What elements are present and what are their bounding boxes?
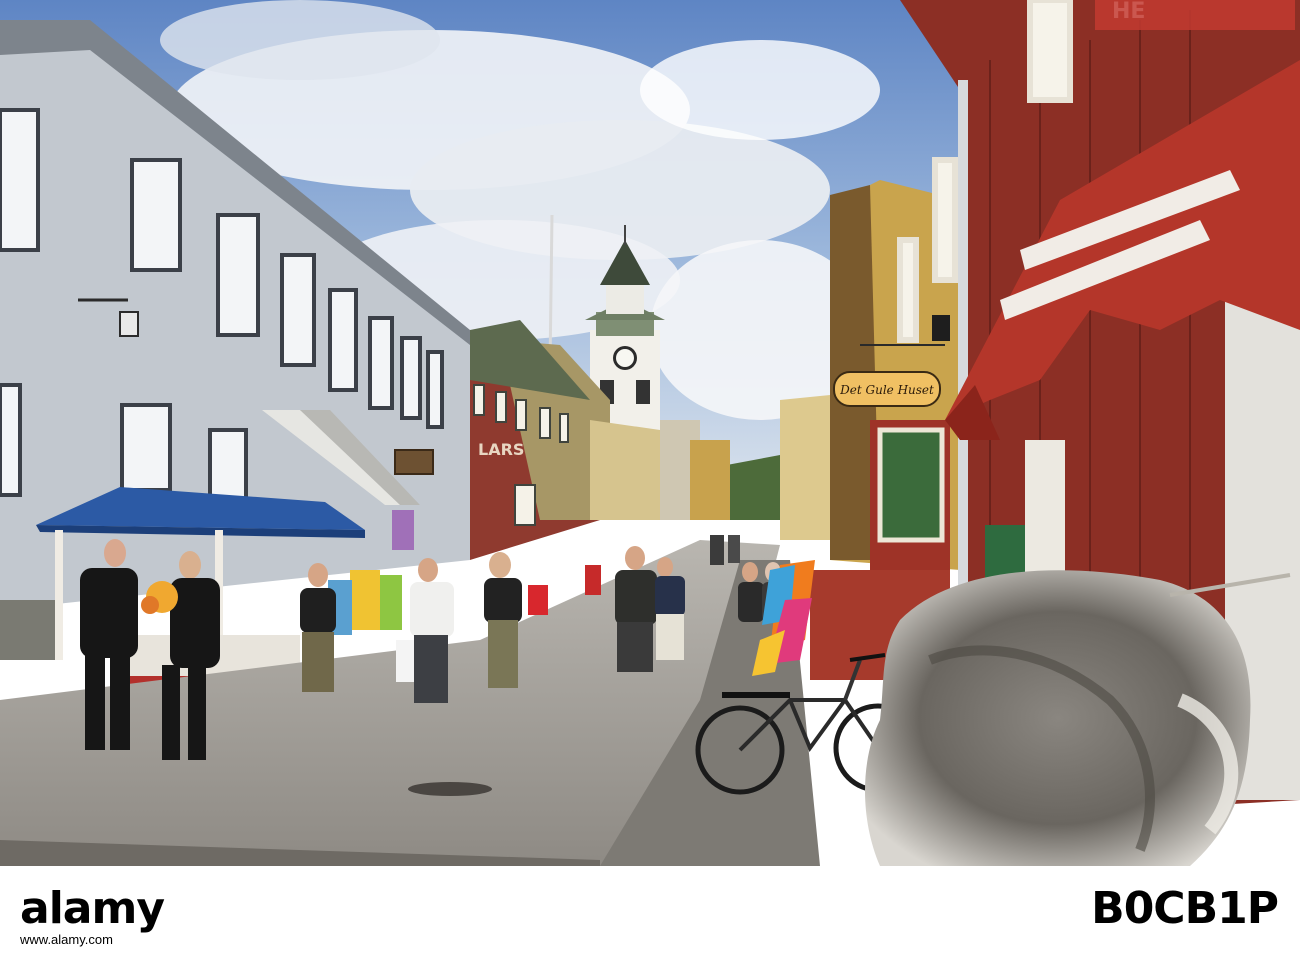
alamy-logo[interactable]: alamy [20, 883, 165, 934]
storefront-sign-text: LARS [478, 440, 524, 459]
image-id: B0CB1P [1091, 883, 1279, 934]
stock-photo-page: LARS Det Gule Huset alamy www.alamy.com … [0, 0, 1300, 956]
shop-sign-text: Det Gule Huset [839, 383, 934, 397]
alamy-url[interactable]: www.alamy.com [20, 932, 113, 947]
street-photo: LARS Det Gule Huset [0, 0, 1300, 866]
